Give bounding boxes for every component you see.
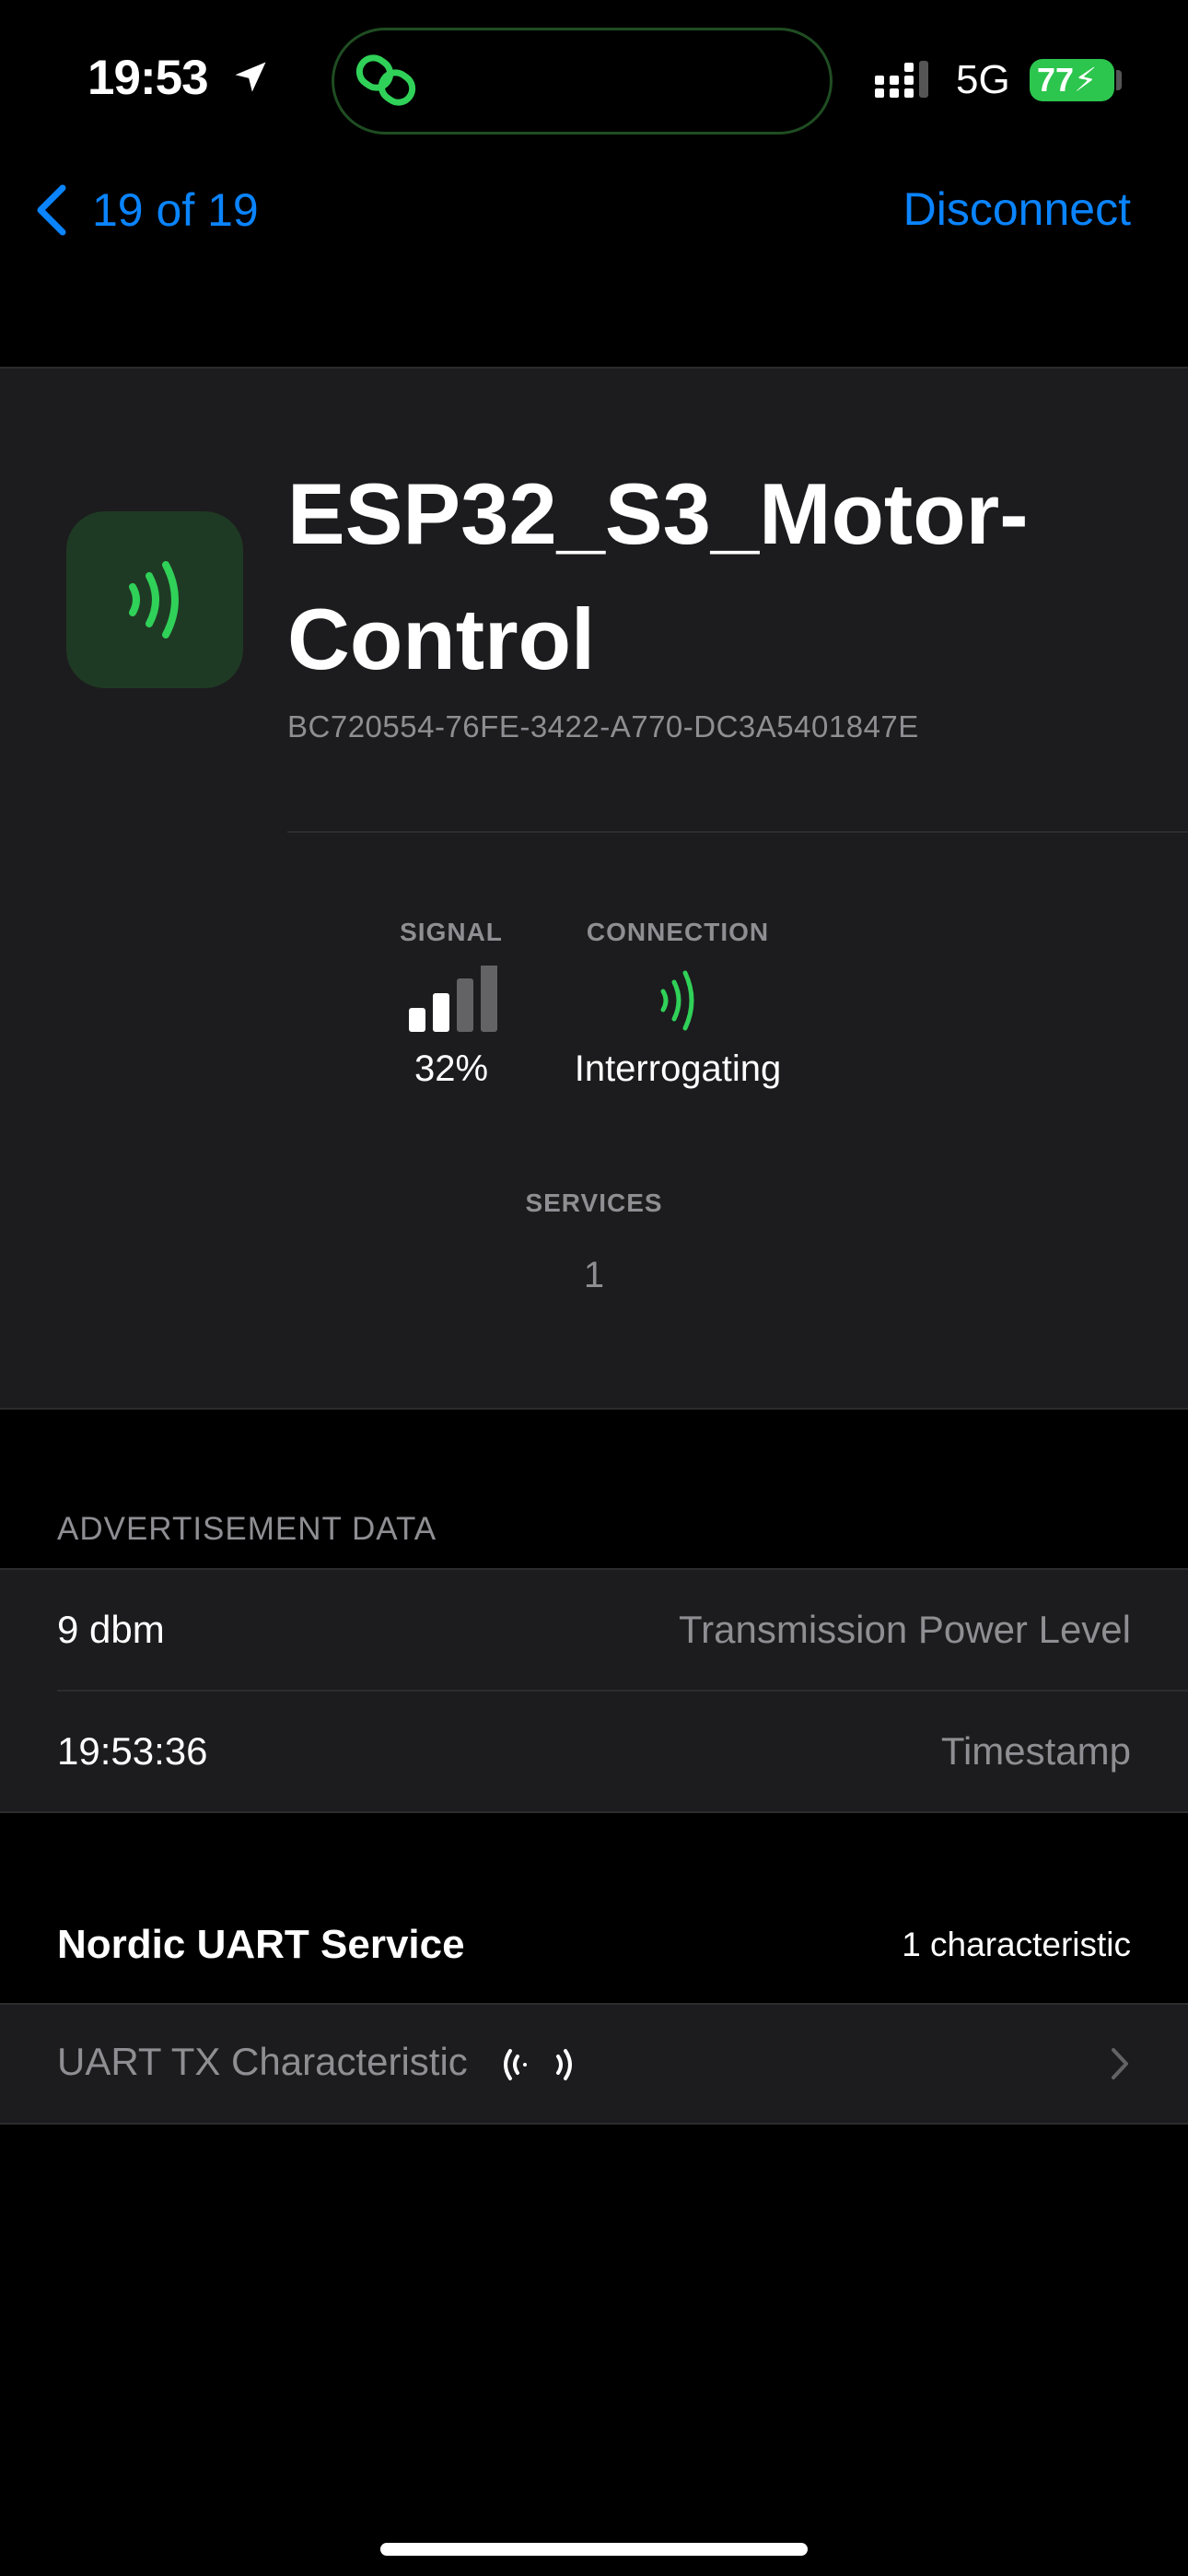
link-icon — [355, 54, 416, 106]
status-time: 19:53 — [87, 51, 209, 105]
adv-row-value: 9 dbm — [57, 1608, 165, 1651]
device-uuid: BC720554-76FE-3422-A770-DC3A5401847E — [287, 709, 919, 744]
connection-label: CONNECTION — [586, 918, 770, 946]
chevron-left-icon — [37, 184, 66, 236]
charging-bolt-icon: ⚡ — [1074, 61, 1098, 99]
signal-bar — [409, 1008, 425, 1032]
battery-cap — [1116, 70, 1122, 90]
characteristic-name: UART TX Characteristic — [57, 2040, 468, 2083]
adv-row-label: Transmission Power Level — [679, 1608, 1131, 1651]
advertisement-section-header: ADVERTISEMENT DATA — [57, 1511, 437, 1547]
advertisement-group: 9 dbm Transmission Power Level 19:53:36 … — [0, 1568, 1188, 1813]
device-icon — [66, 511, 243, 688]
connection-value: Interrogating — [574, 1048, 782, 1089]
home-indicator[interactable] — [380, 2543, 808, 2556]
signal-bar — [433, 993, 449, 1032]
battery-charging-icon: 77⚡ — [1030, 59, 1114, 101]
services-stat: SERVICES 1 — [502, 1188, 686, 1296]
service-title: Nordic UART Service — [57, 1922, 465, 1967]
chevron-right-icon — [1112, 2048, 1128, 2079]
adv-row-tx-power: 9 dbm Transmission Power Level — [0, 1570, 1188, 1692]
broadcast-icon — [504, 2049, 572, 2080]
divider — [287, 831, 1188, 833]
location-arrow-icon — [235, 62, 266, 92]
network-type: 5G — [956, 57, 1010, 102]
cellular-signal-icon — [875, 61, 928, 98]
signal-bars-icon — [409, 966, 497, 1032]
device-name: ESP32_S3_Motor-Control — [287, 465, 1029, 687]
disconnect-button[interactable]: Disconnect — [903, 182, 1131, 236]
service-characteristic-count: 1 characteristic — [902, 1926, 1131, 1963]
adv-row-value: 19:53:36 — [57, 1729, 208, 1773]
back-label: 19 of 19 — [92, 184, 259, 236]
adv-row-timestamp: 19:53:36 Timestamp — [0, 1692, 1188, 1811]
signal-value: 32% — [413, 1048, 489, 1089]
connection-stat: CONNECTION Interrogating — [553, 918, 803, 1090]
wireless-icon — [129, 561, 179, 638]
wireless-icon — [660, 970, 694, 1031]
back-button[interactable]: 19 of 19 — [33, 181, 259, 240]
battery-level: 77 — [1037, 61, 1075, 99]
signal-label: SIGNAL — [400, 918, 503, 946]
services-value: 1 — [583, 1255, 605, 1295]
signal-bar — [457, 978, 473, 1032]
signal-stat: SIGNAL 32% — [387, 918, 516, 1090]
adv-row-label: Timestamp — [940, 1729, 1131, 1773]
signal-bar — [481, 966, 497, 1032]
services-label: SERVICES — [525, 1188, 663, 1217]
